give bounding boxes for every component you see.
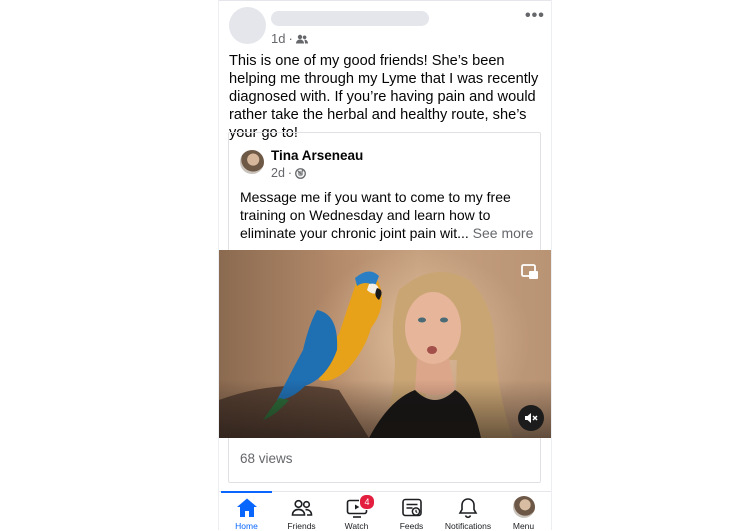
poster-avatar-placeholder[interactable] [229,7,266,44]
video-player[interactable] [219,250,551,438]
profile-avatar [512,496,535,518]
more-dots-icon[interactable]: ••• [525,8,545,24]
friends-icon [291,499,312,516]
tab-watch[interactable]: 4 Watch [329,492,384,531]
post-meta: 1d · [271,31,308,46]
home-icon [236,498,257,517]
post-time[interactable]: 1d [271,31,285,46]
shared-author-name[interactable]: Tina Arseneau [271,148,363,163]
view-count: 68 views [240,451,293,466]
tab-menu[interactable]: Menu [496,492,551,531]
bell-icon [458,498,478,519]
post-card: 1d · ••• This is one of my good friends!… [218,0,552,531]
shared-text: Message me if you want to come to my fre… [240,189,511,241]
watch-badge: 4 [359,494,375,510]
shared-body-text: Message me if you want to come to my fre… [240,188,536,242]
tab-feeds[interactable]: Feeds [384,492,439,531]
shared-meta: 2d · [271,166,306,180]
feeds-icon [401,498,422,517]
friends-icon [295,34,308,43]
shared-time[interactable]: 2d [271,166,285,180]
poster-name-placeholder[interactable] [271,11,429,26]
tab-notifications[interactable]: Notifications [439,492,497,531]
muted-speaker-icon[interactable] [518,405,544,431]
tab-home[interactable]: Home [219,491,274,531]
shared-author-avatar[interactable] [240,150,264,174]
tab-friends[interactable]: Friends [274,492,329,531]
bottom-tab-bar: Home Friends 4 Watch Feeds Notifications… [219,491,551,531]
post-body-text: This is one of my good friends! She’s be… [229,53,539,141]
see-more-link[interactable]: See more [473,225,534,241]
top-divider [219,0,551,1]
picture-in-picture-icon[interactable] [521,264,539,280]
globe-icon [295,167,306,179]
